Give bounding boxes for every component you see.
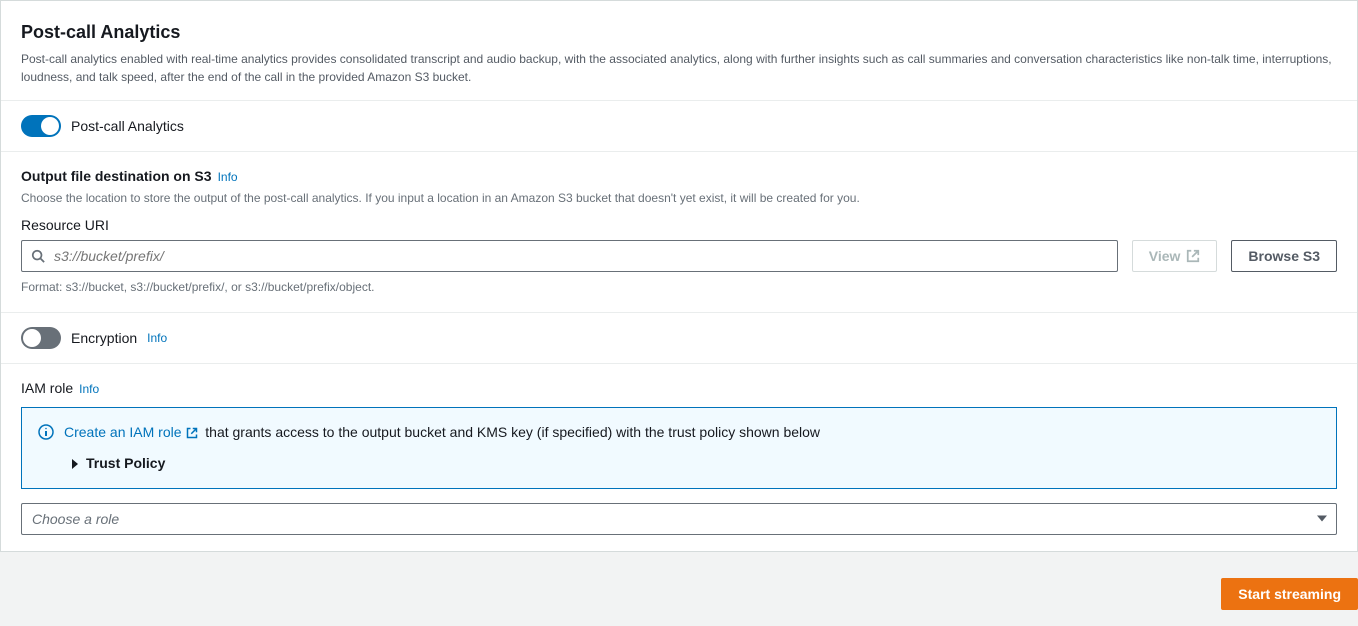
iam-info-link[interactable]: Info bbox=[79, 380, 99, 398]
view-button[interactable]: View bbox=[1132, 240, 1218, 272]
search-icon bbox=[31, 249, 45, 263]
create-iam-role-link[interactable]: Create an IAM role bbox=[64, 422, 198, 443]
post-call-analytics-panel: Post-call Analytics Post-call analytics … bbox=[0, 0, 1358, 552]
encryption-toggle[interactable] bbox=[21, 327, 61, 349]
info-icon bbox=[38, 424, 54, 440]
pca-toggle-row: Post-call Analytics bbox=[1, 101, 1357, 152]
iam-role-select[interactable]: Choose a role bbox=[21, 503, 1337, 535]
external-link-icon bbox=[186, 427, 198, 439]
iam-role-section: IAM role Info Create an IAM role that gr… bbox=[1, 364, 1357, 551]
pca-toggle-label: Post-call Analytics bbox=[71, 116, 184, 137]
encryption-info-link[interactable]: Info bbox=[147, 329, 167, 347]
browse-s3-button[interactable]: Browse S3 bbox=[1231, 240, 1337, 272]
create-iam-role-text: that grants access to the output bucket … bbox=[205, 424, 820, 440]
caret-right-icon bbox=[70, 459, 80, 469]
start-streaming-button[interactable]: Start streaming bbox=[1221, 578, 1358, 610]
format-hint: Format: s3://bucket, s3://bucket/prefix/… bbox=[21, 278, 1337, 296]
iam-role-label: IAM role bbox=[21, 378, 73, 399]
encryption-toggle-row: Encryption Info bbox=[1, 313, 1357, 364]
output-label: Output file destination on S3 bbox=[21, 166, 212, 187]
resource-uri-label: Resource URI bbox=[21, 215, 1337, 236]
panel-title: Post-call Analytics bbox=[21, 19, 1337, 46]
external-link-icon bbox=[1186, 249, 1200, 263]
output-hint: Choose the location to store the output … bbox=[21, 189, 1337, 207]
iam-info-box: Create an IAM role that grants access to… bbox=[21, 407, 1337, 489]
output-destination-section: Output file destination on S3 Info Choos… bbox=[1, 152, 1357, 313]
panel-description: Post-call analytics enabled with real-ti… bbox=[21, 50, 1337, 86]
resource-uri-input[interactable] bbox=[21, 240, 1118, 272]
encryption-toggle-label: Encryption bbox=[71, 328, 137, 349]
output-info-link[interactable]: Info bbox=[218, 168, 238, 186]
footer-actions: Start streaming bbox=[0, 568, 1358, 626]
pca-toggle[interactable] bbox=[21, 115, 61, 137]
trust-policy-toggle[interactable]: Trust Policy bbox=[70, 453, 1320, 474]
